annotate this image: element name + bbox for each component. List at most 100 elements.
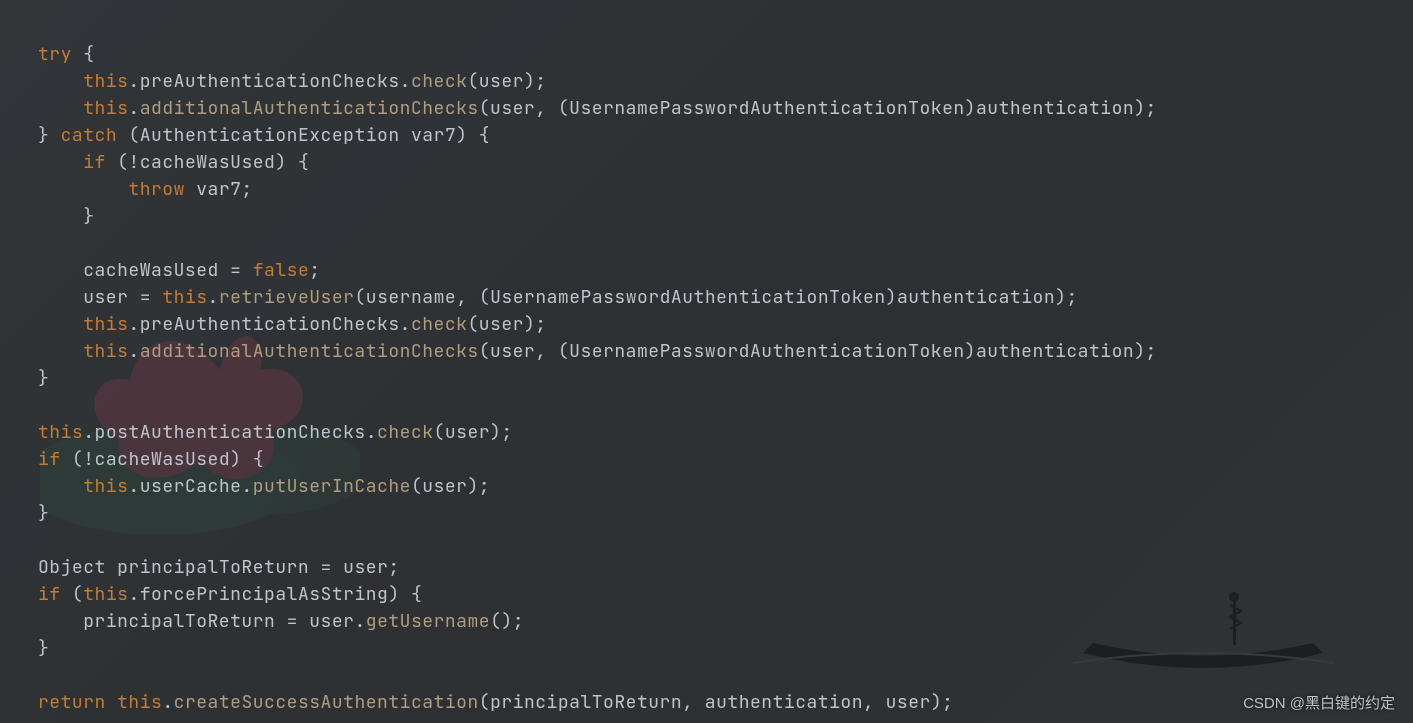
prop: preAuthenticationChecks xyxy=(140,70,400,93)
punct: ; xyxy=(501,421,512,444)
punct xyxy=(61,583,72,606)
punct xyxy=(400,124,411,147)
brace-open: { xyxy=(253,448,264,471)
punct xyxy=(106,556,117,579)
brace-close: } xyxy=(38,502,49,525)
punct: ! xyxy=(83,448,94,471)
var: var7 xyxy=(196,178,241,201)
punct: ; xyxy=(535,70,546,93)
punct: , xyxy=(682,691,693,714)
punct: ( xyxy=(479,97,490,120)
punct: . xyxy=(128,340,139,363)
brace-open: { xyxy=(298,151,309,174)
brace-close: } xyxy=(38,124,49,147)
keyword-if: if xyxy=(38,448,61,471)
punct: ( xyxy=(128,124,139,147)
punct xyxy=(106,151,117,174)
type: UsernamePasswordAuthenticationToken xyxy=(490,286,886,309)
punct: ) xyxy=(1134,340,1145,363)
punct: , xyxy=(863,691,874,714)
type: Object xyxy=(38,556,106,579)
code-line: if (this.forcePrincipalAsString) { xyxy=(38,583,422,606)
punct: . xyxy=(128,583,139,606)
punct xyxy=(241,448,252,471)
arg: user xyxy=(479,313,524,336)
punct: . xyxy=(241,475,252,498)
punct: ; xyxy=(309,259,320,282)
punct xyxy=(547,340,558,363)
punct: . xyxy=(208,286,219,309)
punct xyxy=(468,286,479,309)
punct: ( xyxy=(479,691,490,714)
code-line: this.postAuthenticationChecks.check(user… xyxy=(38,421,513,444)
type: AuthenticationException xyxy=(140,124,400,147)
punct: ; xyxy=(1066,286,1077,309)
brace-close: } xyxy=(38,367,49,390)
brace-open: { xyxy=(411,583,422,606)
punct xyxy=(151,286,162,309)
punct: ) xyxy=(501,610,512,633)
var: user xyxy=(309,610,354,633)
punct: ( xyxy=(558,97,569,120)
punct xyxy=(287,151,298,174)
method: putUserInCache xyxy=(253,475,411,498)
method: createSuccessAuthentication xyxy=(174,691,479,714)
keyword-catch: catch xyxy=(61,124,118,147)
keyword-if: if xyxy=(83,151,106,174)
arg: user xyxy=(445,421,490,444)
punct xyxy=(309,556,320,579)
punct xyxy=(72,43,83,66)
punct xyxy=(547,97,558,120)
punct: , xyxy=(456,286,467,309)
punct xyxy=(298,610,309,633)
method: additionalAuthenticationChecks xyxy=(140,340,479,363)
punct xyxy=(106,691,117,714)
punct xyxy=(117,124,128,147)
punct xyxy=(693,691,704,714)
punct: . xyxy=(400,313,411,336)
keyword-this: this xyxy=(117,691,162,714)
punct: . xyxy=(400,70,411,93)
code-editor-content[interactable]: try { this.preAuthenticationChecks.check… xyxy=(0,0,1413,723)
punct: . xyxy=(128,70,139,93)
method: check xyxy=(411,313,468,336)
keyword-throw: throw xyxy=(128,178,185,201)
code-line: cacheWasUsed = false; xyxy=(38,259,321,282)
punct: . xyxy=(128,97,139,120)
punct: . xyxy=(83,421,94,444)
punct: ) xyxy=(388,583,399,606)
code-line: Object principalToReturn = user; xyxy=(38,556,400,579)
punct: ; xyxy=(241,178,252,201)
punct xyxy=(61,448,72,471)
punct xyxy=(128,286,139,309)
arg: user xyxy=(886,691,931,714)
arg: authentication xyxy=(976,340,1134,363)
var: cacheWasUsed xyxy=(95,448,231,471)
punct xyxy=(874,691,885,714)
prop: preAuthenticationChecks xyxy=(140,313,400,336)
var: var7 xyxy=(411,124,456,147)
code-line: } xyxy=(38,502,49,525)
punct: ; xyxy=(479,475,490,498)
code-line: this.additionalAuthenticationChecks(user… xyxy=(38,97,1157,120)
punct: ) xyxy=(1134,97,1145,120)
arg: user xyxy=(490,97,535,120)
punct: ( xyxy=(558,340,569,363)
keyword-this: this xyxy=(83,97,128,120)
punct: ( xyxy=(467,313,478,336)
code-line: try { xyxy=(38,43,95,66)
punct: = xyxy=(287,610,298,633)
var: user xyxy=(83,286,128,309)
punct xyxy=(219,259,230,282)
method: check xyxy=(411,70,468,93)
punct: ; xyxy=(513,610,524,633)
keyword-this: this xyxy=(83,475,128,498)
punct: ( xyxy=(479,340,490,363)
punct: ) xyxy=(886,286,897,309)
punct xyxy=(467,124,478,147)
method: getUsername xyxy=(366,610,490,633)
type: UsernamePasswordAuthenticationToken xyxy=(569,97,965,120)
keyword-this: this xyxy=(83,340,128,363)
punct: ; xyxy=(1146,340,1157,363)
keyword-return: return xyxy=(38,691,106,714)
